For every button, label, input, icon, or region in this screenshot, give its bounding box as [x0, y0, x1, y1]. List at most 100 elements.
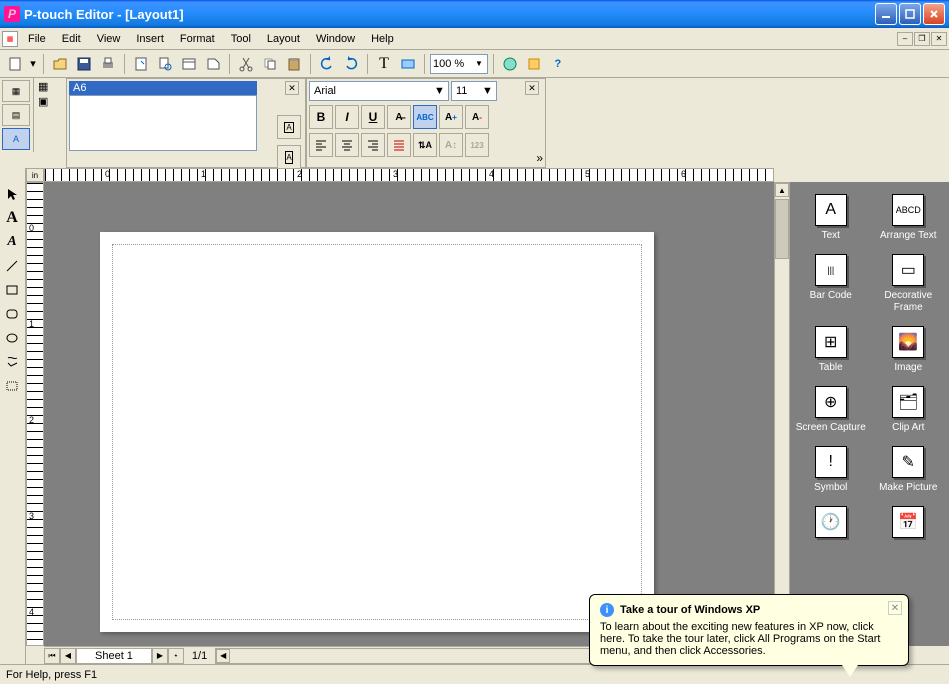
object-calendar[interactable]: 📅 [872, 506, 946, 542]
font-family-dropdown[interactable]: ▼ [309, 81, 449, 101]
page-setup-button[interactable] [130, 53, 152, 75]
scroll-left-button[interactable]: ◀ [216, 649, 230, 663]
close-button[interactable] [923, 3, 945, 25]
align-left-button[interactable] [309, 133, 333, 157]
mdi-minimize[interactable]: – [897, 32, 913, 46]
text-dir-button[interactable]: A↕ [439, 133, 463, 157]
new-dropdown[interactable]: ▾ [28, 53, 38, 75]
object-make-picture[interactable]: ✎Make Picture [872, 446, 946, 494]
align-right-button[interactable] [361, 133, 385, 157]
object-table[interactable]: ⊞Table [794, 326, 868, 374]
menu-edit[interactable]: Edit [54, 31, 89, 47]
database-button[interactable] [499, 53, 521, 75]
ruler-unit[interactable]: in [26, 168, 44, 182]
chevron-down-icon[interactable]: ▼ [434, 85, 445, 97]
text-tool[interactable]: A [0, 206, 24, 230]
chevron-down-icon[interactable]: ▼ [482, 85, 493, 97]
balloon-close-button[interactable]: ✕ [888, 601, 902, 615]
strikethrough-button[interactable]: A̶ [387, 105, 411, 129]
sidebar-btn-4[interactable]: ▦ [38, 80, 62, 93]
sheet-tab[interactable]: Sheet 1 [76, 648, 152, 664]
new-button[interactable] [4, 53, 26, 75]
tab-next[interactable]: ▶ [152, 648, 168, 664]
paper[interactable] [100, 232, 654, 632]
decrease-font-button[interactable]: A- [465, 105, 489, 129]
tour-balloon[interactable]: ✕ i Take a tour of Windows XP To learn a… [589, 594, 909, 666]
freeform-tool[interactable] [0, 374, 24, 398]
canvas-viewport[interactable] [44, 182, 774, 646]
minimize-button[interactable] [875, 3, 897, 25]
print-preview-button[interactable] [154, 53, 176, 75]
align-center-button[interactable] [335, 133, 359, 157]
tab-add[interactable]: ⋆ [168, 648, 184, 664]
menu-file[interactable]: File [20, 31, 54, 47]
tab-prev[interactable]: ◀ [60, 648, 76, 664]
underline-button[interactable]: U [361, 105, 385, 129]
open-button[interactable] [49, 53, 71, 75]
scroll-up-button[interactable]: ▲ [775, 183, 789, 197]
vertical-text-button[interactable]: ⇅A [413, 133, 437, 157]
redo-button[interactable] [340, 53, 362, 75]
object-clipart[interactable]: 🗂Clip Art [872, 386, 946, 434]
save-button[interactable] [73, 53, 95, 75]
ruler-horizontal[interactable]: 01234567 [44, 168, 774, 182]
bold-button[interactable]: B [309, 105, 333, 129]
spellcheck-button[interactable]: ABC [413, 105, 437, 129]
sidebar-btn-5[interactable]: ▣ [38, 95, 62, 108]
object-barcode[interactable]: |||Bar Code [794, 254, 868, 314]
align-justify-button[interactable] [387, 133, 411, 157]
text-panel-close[interactable]: ✕ [525, 81, 539, 95]
paste-button[interactable] [283, 53, 305, 75]
help-button[interactable]: ? [547, 53, 569, 75]
sidebar-btn-2[interactable]: ▤ [2, 104, 30, 126]
ellipse-tool[interactable] [0, 326, 24, 350]
paper-size-label[interactable]: A6 [69, 81, 257, 95]
label-button[interactable] [202, 53, 224, 75]
sidebar-btn-1[interactable]: ▦ [2, 80, 30, 102]
menu-view[interactable]: View [89, 31, 129, 47]
vertical-text-tool[interactable]: A [0, 230, 24, 254]
frame-button[interactable] [397, 53, 419, 75]
maximize-button[interactable] [899, 3, 921, 25]
object-decorative-frame[interactable]: ▭Decorative Frame [872, 254, 946, 314]
mdi-restore[interactable]: ❐ [914, 32, 930, 46]
paper-panel-close[interactable]: ✕ [285, 81, 299, 95]
vertical-scrollbar[interactable]: ▲ ▼ [774, 182, 790, 646]
print-button[interactable] [97, 53, 119, 75]
cut-button[interactable] [235, 53, 257, 75]
font-size-input[interactable] [456, 85, 482, 97]
font-family-input[interactable] [314, 85, 434, 97]
text-tool-button[interactable]: T [373, 53, 395, 75]
menu-format[interactable]: Format [172, 31, 223, 47]
select-tool[interactable] [0, 182, 24, 206]
object-symbol[interactable]: !Symbol [794, 446, 868, 494]
options-button[interactable] [523, 53, 545, 75]
copy-button[interactable] [259, 53, 281, 75]
line-tool[interactable] [0, 254, 24, 278]
scroll-thumb[interactable] [775, 199, 789, 259]
zoom-dropdown[interactable]: ▼ [430, 54, 488, 74]
object-text[interactable]: AText [794, 194, 868, 242]
tab-first[interactable]: ⏮ [44, 648, 60, 664]
increase-font-button[interactable]: A+ [439, 105, 463, 129]
menu-tool[interactable]: Tool [223, 31, 259, 47]
sidebar-btn-3[interactable]: A [2, 128, 30, 150]
undo-button[interactable] [316, 53, 338, 75]
font-size-dropdown[interactable]: ▼ [451, 81, 497, 101]
object-datetime[interactable]: 🕐 [794, 506, 868, 542]
italic-button[interactable]: I [335, 105, 359, 129]
menu-layout[interactable]: Layout [259, 31, 308, 47]
orientation-portrait-button[interactable]: A [277, 115, 301, 139]
chevron-down-icon[interactable]: ▼ [473, 59, 485, 68]
rounded-rect-tool[interactable] [0, 302, 24, 326]
polygon-tool[interactable] [0, 350, 24, 374]
numbering-button[interactable]: 123 [465, 133, 489, 157]
ruler-vertical[interactable]: 01234 [26, 182, 44, 646]
rectangle-tool[interactable] [0, 278, 24, 302]
menu-help[interactable]: Help [363, 31, 402, 47]
object-arrange-text[interactable]: ABCDArrange Text [872, 194, 946, 242]
object-image[interactable]: 🌄Image [872, 326, 946, 374]
more-options-button[interactable]: » [536, 151, 543, 165]
menu-insert[interactable]: Insert [128, 31, 172, 47]
menu-window[interactable]: Window [308, 31, 363, 47]
